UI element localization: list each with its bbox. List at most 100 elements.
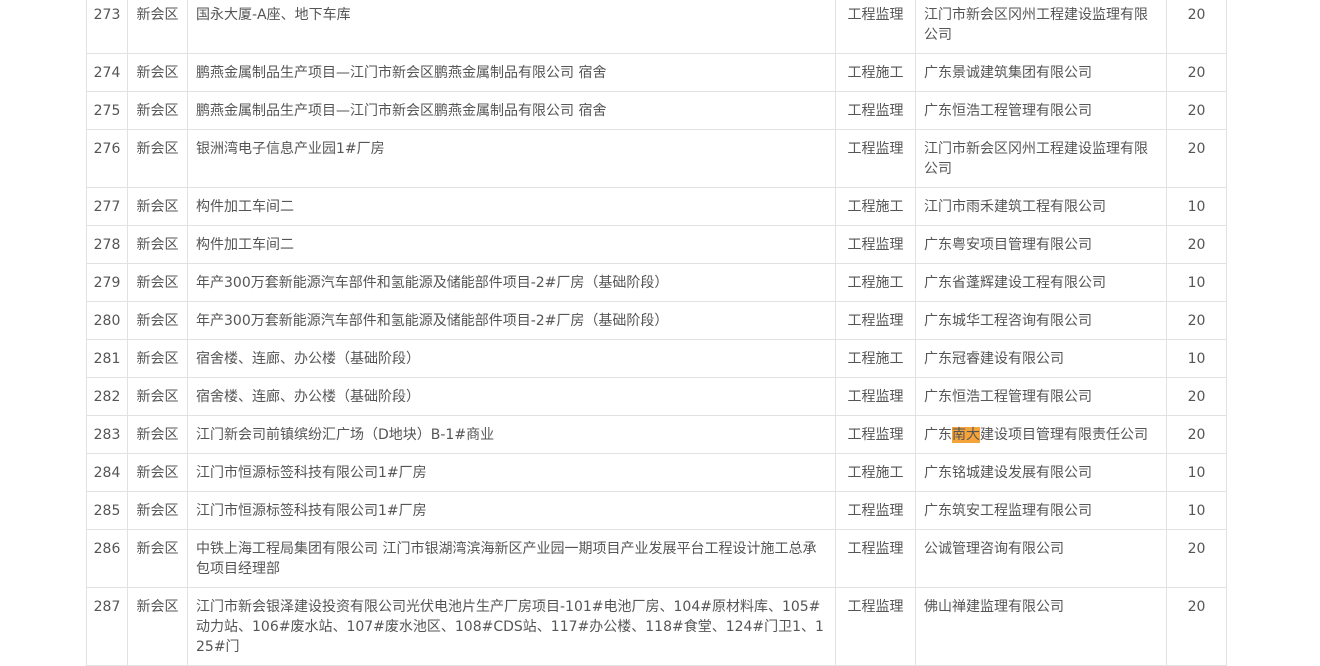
table-row: 284 新会区 江门市恒源标签科技有限公司1#厂房 工程施工 广东铭城建设发展有限公司 1… (86, 453, 1227, 492)
company-cell: 广东冠睿建设有限公司 (915, 339, 1167, 378)
row-number-cell: 273 (86, 0, 128, 54)
district-cell: 新会区 (127, 91, 188, 130)
work-type-cell: 工程监理 (835, 129, 916, 188)
work-type-cell: 工程施工 (835, 187, 916, 226)
row-number-cell: 282 (86, 377, 128, 416)
company-text-prefix: 广东 (924, 427, 952, 443)
company-cell: 广东恒浩工程管理有限公司 (915, 377, 1167, 416)
score-cell: 10 (1166, 263, 1227, 302)
work-type-cell: 工程监理 (835, 225, 916, 264)
company-cell: 广东恒浩工程管理有限公司 (915, 91, 1167, 130)
search-highlight: 南大 (952, 427, 980, 443)
district-cell: 新会区 (127, 377, 188, 416)
work-type-cell: 工程监理 (835, 91, 916, 130)
project-name-cell: 江门市恒源标签科技有限公司1#厂房 (187, 491, 836, 530)
project-name-cell: 中铁上海工程局集团有限公司 江门市银湖湾滨海新区产业园一期项目产业发展平台工程设… (187, 529, 836, 588)
project-name-cell: 年产300万套新能源汽车部件和氢能源及储能部件项目-2#厂房（基础阶段） (187, 301, 836, 340)
project-name-cell: 江门市恒源标签科技有限公司1#厂房 (187, 453, 836, 492)
project-name-cell: 构件加工车间二 (187, 187, 836, 226)
company-cell: 江门市雨禾建筑工程有限公司 (915, 187, 1167, 226)
work-type-cell: 工程施工 (835, 453, 916, 492)
company-cell: 广东城华工程咨询有限公司 (915, 301, 1167, 340)
score-cell: 10 (1166, 339, 1227, 378)
table-row: 283 新会区 江门新会司前镇缤纷汇广场（D地块）B-1#商业 工程监理 广东南大建设项… (86, 415, 1227, 454)
table-row: 278 新会区 构件加工车间二 工程监理 广东粤安项目管理有限公司 20 (86, 225, 1227, 264)
work-type-cell: 工程监理 (835, 415, 916, 454)
district-cell: 新会区 (127, 225, 188, 264)
work-type-cell: 工程监理 (835, 529, 916, 588)
row-number-cell: 285 (86, 491, 128, 530)
table-row: 285 新会区 江门市恒源标签科技有限公司1#厂房 工程监理 广东筑安工程监理有限公司 1… (86, 491, 1227, 530)
company-cell: 广东省蓬辉建设工程有限公司 (915, 263, 1167, 302)
score-cell: 10 (1166, 187, 1227, 226)
project-name-cell: 国永大厦-A座、地下车库 (187, 0, 836, 54)
score-cell: 20 (1166, 0, 1227, 54)
project-name-cell: 构件加工车间二 (187, 225, 836, 264)
score-cell: 10 (1166, 491, 1227, 530)
row-number-cell: 284 (86, 453, 128, 492)
row-number-cell: 275 (86, 91, 128, 130)
table-row: 276 新会区 银洲湾电子信息产业园1#厂房 工程监理 江门市新会区冈州工程建设监理有限… (86, 129, 1227, 188)
row-number-cell: 283 (86, 415, 128, 454)
work-type-cell: 工程监理 (835, 377, 916, 416)
company-cell: 广东筑安工程监理有限公司 (915, 491, 1167, 530)
work-type-cell: 工程监理 (835, 587, 916, 666)
row-number-cell: 286 (86, 529, 128, 588)
project-name-cell: 年产300万套新能源汽车部件和氢能源及储能部件项目-2#厂房（基础阶段） (187, 263, 836, 302)
company-cell: 江门市新会区冈州工程建设监理有限公司 (915, 129, 1167, 188)
company-cell: 佛山禅建监理有限公司 (915, 587, 1167, 666)
district-cell: 新会区 (127, 129, 188, 188)
table-row: 287 新会区 江门市新会银泽建设投资有限公司光伏电池片生产厂房项目-101#电池厂… (86, 587, 1227, 666)
work-type-cell: 工程监理 (835, 0, 916, 54)
results-table: 273 新会区 国永大厦-A座、地下车库 工程监理 江门市新会区冈州工程建设监理有限公司… (86, 0, 1227, 666)
work-type-cell: 工程施工 (835, 339, 916, 378)
table-row: 274 新会区 鹏燕金属制品生产项目—江门市新会区鹏燕金属制品有限公司 宿舍 工程施工… (86, 53, 1227, 92)
project-name-cell: 宿舍楼、连廊、办公楼（基础阶段） (187, 339, 836, 378)
company-cell: 广东铭城建设发展有限公司 (915, 453, 1167, 492)
results-table-container: 273 新会区 国永大厦-A座、地下车库 工程监理 江门市新会区冈州工程建设监理有限公司… (86, 0, 1227, 666)
district-cell: 新会区 (127, 529, 188, 588)
district-cell: 新会区 (127, 587, 188, 666)
project-name-cell: 银洲湾电子信息产业园1#厂房 (187, 129, 836, 188)
score-cell: 20 (1166, 377, 1227, 416)
table-row: 282 新会区 宿舍楼、连廊、办公楼（基础阶段） 工程监理 广东恒浩工程管理有限公司 20 (86, 377, 1227, 416)
score-cell: 10 (1166, 453, 1227, 492)
score-cell: 20 (1166, 53, 1227, 92)
row-number-cell: 277 (86, 187, 128, 226)
project-name-cell: 鹏燕金属制品生产项目—江门市新会区鹏燕金属制品有限公司 宿舍 (187, 91, 836, 130)
district-cell: 新会区 (127, 301, 188, 340)
table-row: 281 新会区 宿舍楼、连廊、办公楼（基础阶段） 工程施工 广东冠睿建设有限公司 10 (86, 339, 1227, 378)
work-type-cell: 工程监理 (835, 491, 916, 530)
district-cell: 新会区 (127, 0, 188, 54)
table-row: 286 新会区 中铁上海工程局集团有限公司 江门市银湖湾滨海新区产业园一期项目产业发… (86, 529, 1227, 588)
score-cell: 20 (1166, 415, 1227, 454)
company-cell: 广东南大建设项目管理有限责任公司 (915, 415, 1167, 454)
score-cell: 20 (1166, 587, 1227, 666)
table-row: 273 新会区 国永大厦-A座、地下车库 工程监理 江门市新会区冈州工程建设监理有限公司… (86, 0, 1227, 54)
table-row: 280 新会区 年产300万套新能源汽车部件和氢能源及储能部件项目-2#厂房（基础阶… (86, 301, 1227, 340)
row-number-cell: 279 (86, 263, 128, 302)
score-cell: 20 (1166, 91, 1227, 130)
work-type-cell: 工程施工 (835, 263, 916, 302)
district-cell: 新会区 (127, 415, 188, 454)
score-cell: 20 (1166, 529, 1227, 588)
work-type-cell: 工程监理 (835, 301, 916, 340)
district-cell: 新会区 (127, 263, 188, 302)
score-cell: 20 (1166, 225, 1227, 264)
row-number-cell: 278 (86, 225, 128, 264)
district-cell: 新会区 (127, 187, 188, 226)
company-cell: 广东景诚建筑集团有限公司 (915, 53, 1167, 92)
district-cell: 新会区 (127, 453, 188, 492)
score-cell: 20 (1166, 301, 1227, 340)
project-name-cell: 鹏燕金属制品生产项目—江门市新会区鹏燕金属制品有限公司 宿舍 (187, 53, 836, 92)
project-name-cell: 江门市新会银泽建设投资有限公司光伏电池片生产厂房项目-101#电池厂房、104#… (187, 587, 836, 666)
project-name-cell: 江门新会司前镇缤纷汇广场（D地块）B-1#商业 (187, 415, 836, 454)
company-cell: 广东粤安项目管理有限公司 (915, 225, 1167, 264)
row-number-cell: 287 (86, 587, 128, 666)
table-row: 275 新会区 鹏燕金属制品生产项目—江门市新会区鹏燕金属制品有限公司 宿舍 工程监理… (86, 91, 1227, 130)
company-cell: 江门市新会区冈州工程建设监理有限公司 (915, 0, 1167, 54)
company-text-suffix: 建设项目管理有限责任公司 (980, 427, 1148, 443)
district-cell: 新会区 (127, 491, 188, 530)
table-row: 277 新会区 构件加工车间二 工程施工 江门市雨禾建筑工程有限公司 10 (86, 187, 1227, 226)
district-cell: 新会区 (127, 53, 188, 92)
